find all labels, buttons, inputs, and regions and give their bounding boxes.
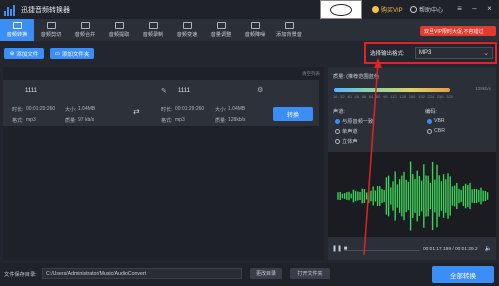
output-dir-field[interactable]: C:/Users/Administrator/Music/AudioConver…	[42, 268, 242, 279]
output-dir-value: C:/Users/Administrator/Music/AudioConver…	[46, 270, 147, 277]
change-dir-button[interactable]: 更改目录	[250, 268, 282, 279]
open-folder-button[interactable]: 打开文件夹	[290, 268, 330, 279]
convert-all-button[interactable]: 全部转换	[432, 266, 494, 283]
annotation-arrow	[363, 58, 382, 256]
output-dir-label: 文件保存目录:	[4, 272, 37, 278]
footer: 文件保存目录: C:/Users/Administrator/Music/Aud…	[0, 263, 499, 286]
